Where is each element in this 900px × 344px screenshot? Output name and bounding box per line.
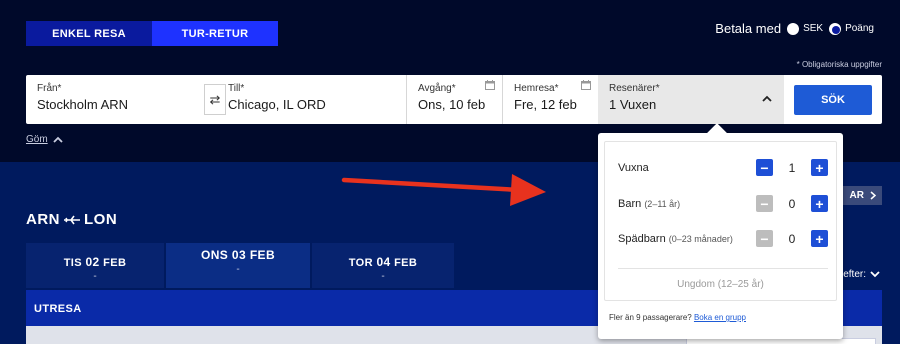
pay-with: Betala med SEK Poäng	[715, 21, 880, 36]
route-destination: LON	[84, 211, 118, 228]
route-title: ARN LON	[26, 211, 117, 228]
travelers-value: 1 Vuxen	[609, 97, 657, 112]
sort-control[interactable]: efter:	[843, 269, 880, 280]
infants-row: Spädbarn (0–23 månader) − 0 +	[618, 229, 828, 249]
infants-minus-button[interactable]: −	[756, 230, 773, 247]
adults-plus-button[interactable]: +	[811, 159, 828, 176]
pay-option-points-label: Poäng	[845, 23, 874, 34]
group-booking-note: Fler än 9 passagerare? Boka en grupp	[609, 313, 746, 322]
children-minus-button[interactable]: −	[756, 195, 773, 212]
airplane-icon	[64, 215, 80, 224]
hide-link-label: Göm	[26, 134, 48, 145]
radio-sek[interactable]	[787, 22, 800, 35]
day-price: -	[381, 271, 385, 282]
children-row: Barn (2–11 år) − 0 +	[618, 194, 828, 214]
travelers-label: Resenärer*	[609, 83, 660, 94]
tab-round-trip[interactable]: TUR-RETUR	[152, 21, 278, 46]
trip-type-tabs: ENKEL RESA TUR-RETUR	[26, 21, 278, 46]
infants-plus-button[interactable]: +	[811, 230, 828, 247]
to-value: Chicago, IL ORD	[228, 97, 326, 112]
group-booking-text: Fler än 9 passagerare?	[609, 313, 692, 322]
to-label: Till*	[228, 83, 245, 94]
travelers-counter-panel: Vuxna − 1 + Barn (2–11 år) − 0 + Spädbar…	[604, 141, 837, 301]
sort-label: efter:	[843, 269, 866, 280]
departure-label: Avgång*	[418, 83, 456, 94]
pay-option-sek-label: SEK	[803, 23, 824, 34]
divider	[618, 268, 828, 269]
travelers-popup: Vuxna − 1 + Barn (2–11 år) − 0 + Spädbar…	[598, 123, 843, 339]
mandatory-note: * Obligatoriska uppgifter	[796, 60, 882, 69]
infants-count: 0	[788, 231, 796, 246]
youth-option[interactable]: Ungdom (12–25 år)	[605, 279, 836, 290]
to-field[interactable]: Till* Chicago, IL ORD	[217, 75, 405, 124]
children-plus-button[interactable]: +	[811, 195, 828, 212]
adults-count: 1	[788, 160, 796, 175]
children-stepper: − 0 +	[756, 195, 828, 212]
hide-link[interactable]: Göm	[26, 134, 63, 145]
calendar-icon	[581, 80, 591, 90]
day-label: TIS 02 FEB	[63, 255, 127, 269]
day-price: -	[93, 271, 97, 282]
route-origin: ARN	[26, 211, 60, 228]
red-arrow-annotation	[341, 174, 546, 206]
tab-day-2[interactable]: ONS 03 FEB -	[166, 243, 310, 288]
search-button[interactable]: SÖK	[794, 85, 872, 115]
tab-day-3[interactable]: TOR 04 FEB -	[312, 243, 454, 288]
infants-stepper: − 0 +	[756, 230, 828, 247]
return-label: Hemresa*	[514, 83, 559, 94]
pay-option-points[interactable]: Poäng	[829, 22, 874, 35]
search-bar: Från* Stockholm ARN ⇄ Till* Chicago, IL …	[26, 75, 882, 124]
infants-label: Spädbarn (0–23 månader)	[618, 233, 733, 245]
from-value: Stockholm ARN	[37, 97, 129, 112]
adults-label: Vuxna	[618, 162, 649, 174]
adults-minus-button[interactable]: −	[756, 159, 773, 176]
radio-points[interactable]	[829, 22, 842, 35]
group-booking-link[interactable]: Boka en grupp	[694, 313, 746, 322]
day-label: TOR 04 FEB	[348, 255, 418, 269]
travelers-field[interactable]: Resenärer* 1 Vuxen	[598, 75, 784, 124]
children-count: 0	[788, 196, 796, 211]
departure-field[interactable]: Avgång* Ons, 10 feb	[406, 75, 501, 124]
return-field[interactable]: Hemresa* Fre, 12 feb	[502, 75, 597, 124]
tab-day-1[interactable]: TIS 02 FEB -	[26, 243, 164, 288]
partial-button-label: AR	[849, 190, 864, 201]
adults-row: Vuxna − 1 +	[618, 158, 828, 178]
day-price: -	[236, 264, 240, 275]
adults-stepper: − 1 +	[756, 159, 828, 176]
calendar-icon	[485, 80, 495, 90]
chevron-down-icon	[870, 271, 880, 278]
return-value: Fre, 12 feb	[514, 97, 577, 112]
chevron-up-icon	[762, 95, 772, 102]
chevron-right-icon	[870, 191, 876, 200]
tab-one-way[interactable]: ENKEL RESA	[26, 21, 152, 46]
from-label: Från*	[37, 83, 62, 94]
chevron-up-icon	[53, 136, 63, 143]
from-field[interactable]: Från* Stockholm ARN	[26, 75, 204, 124]
day-label: ONS 03 FEB	[200, 248, 276, 262]
pay-with-label: Betala med	[715, 21, 782, 36]
children-label: Barn (2–11 år)	[618, 198, 681, 210]
departure-value: Ons, 10 feb	[418, 97, 486, 112]
pay-option-sek[interactable]: SEK	[787, 22, 824, 35]
